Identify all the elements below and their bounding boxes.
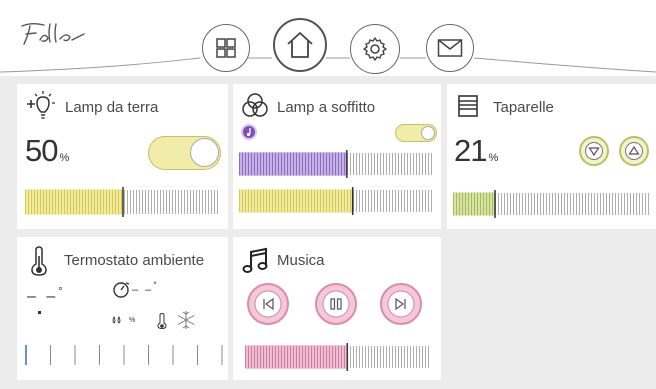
tile-title: Musica bbox=[277, 252, 325, 269]
previous-track-button[interactable] bbox=[247, 283, 289, 325]
snowflake-icon[interactable] bbox=[176, 310, 196, 330]
tile-lamp-floor[interactable]: Lamp da terra 50% bbox=[17, 84, 228, 229]
note-icon bbox=[246, 128, 251, 137]
setpoint-value: – –° bbox=[132, 280, 159, 296]
brightness-unit: % bbox=[59, 152, 69, 164]
position-unit: % bbox=[488, 152, 498, 164]
bulb-plus-icon bbox=[27, 91, 55, 119]
slider-fill bbox=[239, 152, 347, 176]
color-picker-icon[interactable] bbox=[241, 124, 257, 140]
triangle-down-icon bbox=[585, 142, 603, 160]
nav-messages-button[interactable] bbox=[426, 24, 474, 72]
setpoint-dial-icon[interactable] bbox=[112, 281, 130, 299]
humidity-icon bbox=[112, 316, 121, 324]
decimal-dot bbox=[38, 311, 41, 314]
music-note-icon bbox=[242, 247, 268, 273]
nav-baseline bbox=[0, 57, 656, 73]
tile-title: Lamp da terra bbox=[65, 99, 159, 116]
brightness-slider[interactable] bbox=[25, 187, 221, 217]
temp-unit: ° bbox=[58, 286, 66, 298]
next-track-button[interactable] bbox=[380, 283, 422, 325]
power-toggle[interactable] bbox=[148, 136, 221, 170]
skip-back-icon bbox=[254, 290, 282, 318]
skip-forward-icon bbox=[387, 290, 415, 318]
toggle-knob bbox=[421, 126, 435, 140]
humidity-unit: % bbox=[129, 317, 136, 324]
setpoint-unit: ° bbox=[153, 280, 159, 290]
color-slider[interactable] bbox=[239, 150, 435, 178]
nav-settings-button[interactable] bbox=[350, 24, 400, 74]
position-slider[interactable] bbox=[453, 190, 653, 218]
position-number: 21 bbox=[454, 133, 487, 168]
tile-title: Lamp a soffitto bbox=[277, 99, 376, 116]
nav-home-button[interactable] bbox=[273, 18, 327, 72]
tile-shutters[interactable]: Taparelle 21% bbox=[447, 84, 656, 229]
brightness-value: 50% bbox=[25, 133, 69, 169]
position-value: 21% bbox=[454, 133, 498, 169]
temperature-small-icon bbox=[157, 313, 167, 329]
mail-icon bbox=[437, 39, 463, 57]
tile-title: Taparelle bbox=[493, 99, 554, 116]
tile-thermostat[interactable]: Termostato ambiente – –° – –° % bbox=[17, 237, 228, 380]
tile-lamp-ceiling[interactable]: Lamp a soffitto bbox=[233, 84, 441, 229]
power-toggle[interactable] bbox=[395, 124, 437, 142]
home-icon bbox=[287, 32, 313, 58]
pause-icon bbox=[322, 290, 350, 318]
grid-icon bbox=[216, 38, 236, 58]
shutter-icon bbox=[458, 95, 478, 117]
tile-title: Termostato ambiente bbox=[64, 252, 205, 269]
play-pause-button[interactable] bbox=[315, 283, 357, 325]
toggle-knob bbox=[190, 138, 219, 167]
shutter-up-button[interactable] bbox=[619, 136, 649, 166]
brightness-number: 50 bbox=[25, 133, 58, 168]
volume-slider[interactable] bbox=[245, 343, 431, 371]
triangle-up-icon bbox=[625, 142, 643, 160]
nav-dashboard-button[interactable] bbox=[202, 24, 250, 72]
current-temp-value: – – bbox=[27, 288, 59, 305]
shutter-down-button[interactable] bbox=[579, 136, 609, 166]
top-bar bbox=[0, 0, 656, 76]
gear-icon bbox=[363, 37, 387, 61]
temperature-slider[interactable] bbox=[24, 341, 224, 369]
rgb-circles-icon bbox=[242, 93, 268, 117]
setpoint-number: – – bbox=[132, 284, 154, 296]
brightness-slider[interactable] bbox=[239, 187, 435, 215]
current-temperature: – –° bbox=[27, 286, 66, 306]
thermometer-icon bbox=[31, 246, 47, 276]
tile-music[interactable]: Musica bbox=[233, 237, 441, 380]
